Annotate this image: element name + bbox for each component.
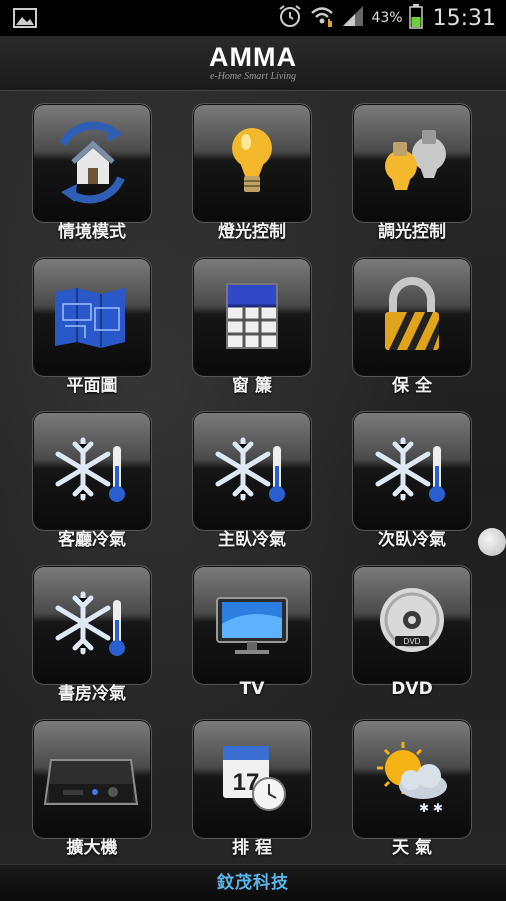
wifi-icon — [309, 3, 335, 33]
tile-label: 保 全 — [392, 376, 432, 396]
light-bulb-icon — [232, 128, 272, 192]
tile-label: 客廳冷氣 — [58, 530, 126, 550]
main-content: 情境模式 燈光控制 調光控制 平面圖 窗 簾 保 全 客廳冷氣 主臥冷氣 次臥冷… — [0, 91, 506, 864]
alarm-icon — [277, 3, 303, 33]
dvd-disc-icon: DVD — [380, 588, 444, 652]
tile-label: 次臥冷氣 — [378, 530, 446, 550]
tile-tv[interactable]: TV — [192, 565, 312, 699]
tile-master-bedroom-ac[interactable]: 主臥冷氣 — [192, 411, 312, 550]
company-name: 鈫茂科技 — [217, 873, 289, 893]
tile-lighting-control[interactable]: 燈光控制 — [192, 103, 312, 242]
battery-icon — [408, 3, 423, 33]
calendar-clock-icon: 17 — [223, 746, 286, 811]
tile-scene-mode[interactable]: 情境模式 — [32, 103, 152, 242]
floor-plan-icon — [55, 288, 125, 348]
tile-study-ac[interactable]: 書房冷氣 — [32, 565, 152, 704]
amplifier-icon — [43, 759, 139, 805]
footer-bar: 鈫茂科技 — [0, 864, 506, 901]
function-grid: 情境模式 燈光控制 調光控制 平面圖 窗 簾 保 全 客廳冷氣 主臥冷氣 次臥冷… — [32, 103, 472, 858]
tile-weather[interactable]: ✱ ✱ 天 氣 — [352, 719, 472, 858]
tile-label: 書房冷氣 — [58, 684, 126, 704]
tile-label: 燈光控制 — [218, 222, 286, 242]
tile-label: 情境模式 — [58, 222, 126, 242]
scene-house-icon — [59, 121, 125, 204]
tile-amplifier[interactable]: 擴大機 — [32, 719, 152, 858]
tile-label: 調光控制 — [378, 222, 446, 242]
tile-living-room-ac[interactable]: 客廳冷氣 — [32, 411, 152, 550]
tile-label: TV — [239, 679, 265, 699]
snowflake-thermometer-icon — [55, 591, 125, 656]
gallery-icon — [12, 6, 38, 30]
tile-label: 天 氣 — [392, 838, 432, 858]
tile-floor-plan[interactable]: 平面圖 — [32, 257, 152, 396]
app-header: AMMA e-Home Smart Living — [0, 36, 506, 91]
dimmer-bulbs-icon — [385, 130, 446, 190]
snowflake-thermometer-icon — [55, 437, 125, 502]
snowflake-thermometer-icon — [375, 437, 445, 502]
tile-label: 排 程 — [232, 838, 272, 858]
battery-percent: 43% — [371, 10, 403, 26]
app-logo-subtitle: e-Home Smart Living — [209, 71, 297, 82]
tile-dimmer-control[interactable]: 調光控制 — [352, 103, 472, 242]
tile-schedule[interactable]: 17 排 程 — [192, 719, 312, 858]
status-bar: 43% 15:31 — [0, 0, 506, 36]
curtain-icon — [226, 283, 278, 349]
snowflake-thermometer-icon — [215, 437, 285, 502]
tile-label: 主臥冷氣 — [218, 530, 286, 550]
tile-label: 平面圖 — [66, 376, 118, 396]
tile-security[interactable]: 保 全 — [352, 257, 472, 396]
tile-label: 窗 簾 — [232, 376, 272, 396]
svg-text:DVD: DVD — [404, 637, 421, 646]
tile-second-bedroom-ac[interactable]: 次臥冷氣 — [352, 411, 472, 550]
padlock-icon — [385, 277, 439, 350]
tile-curtain[interactable]: 窗 簾 — [192, 257, 312, 396]
clock-time: 15:31 — [432, 5, 496, 31]
svg-text:✱ ✱: ✱ ✱ — [419, 801, 443, 815]
scroll-indicator[interactable] — [478, 528, 506, 556]
signal-icon — [341, 4, 365, 32]
tile-dvd[interactable]: DVD DVD — [352, 565, 472, 699]
tile-label: DVD — [391, 679, 433, 699]
tv-icon — [216, 597, 288, 654]
app-logo-title: AMMA — [209, 42, 297, 72]
weather-icon: ✱ ✱ — [377, 742, 447, 815]
tile-label: 擴大機 — [66, 838, 118, 858]
